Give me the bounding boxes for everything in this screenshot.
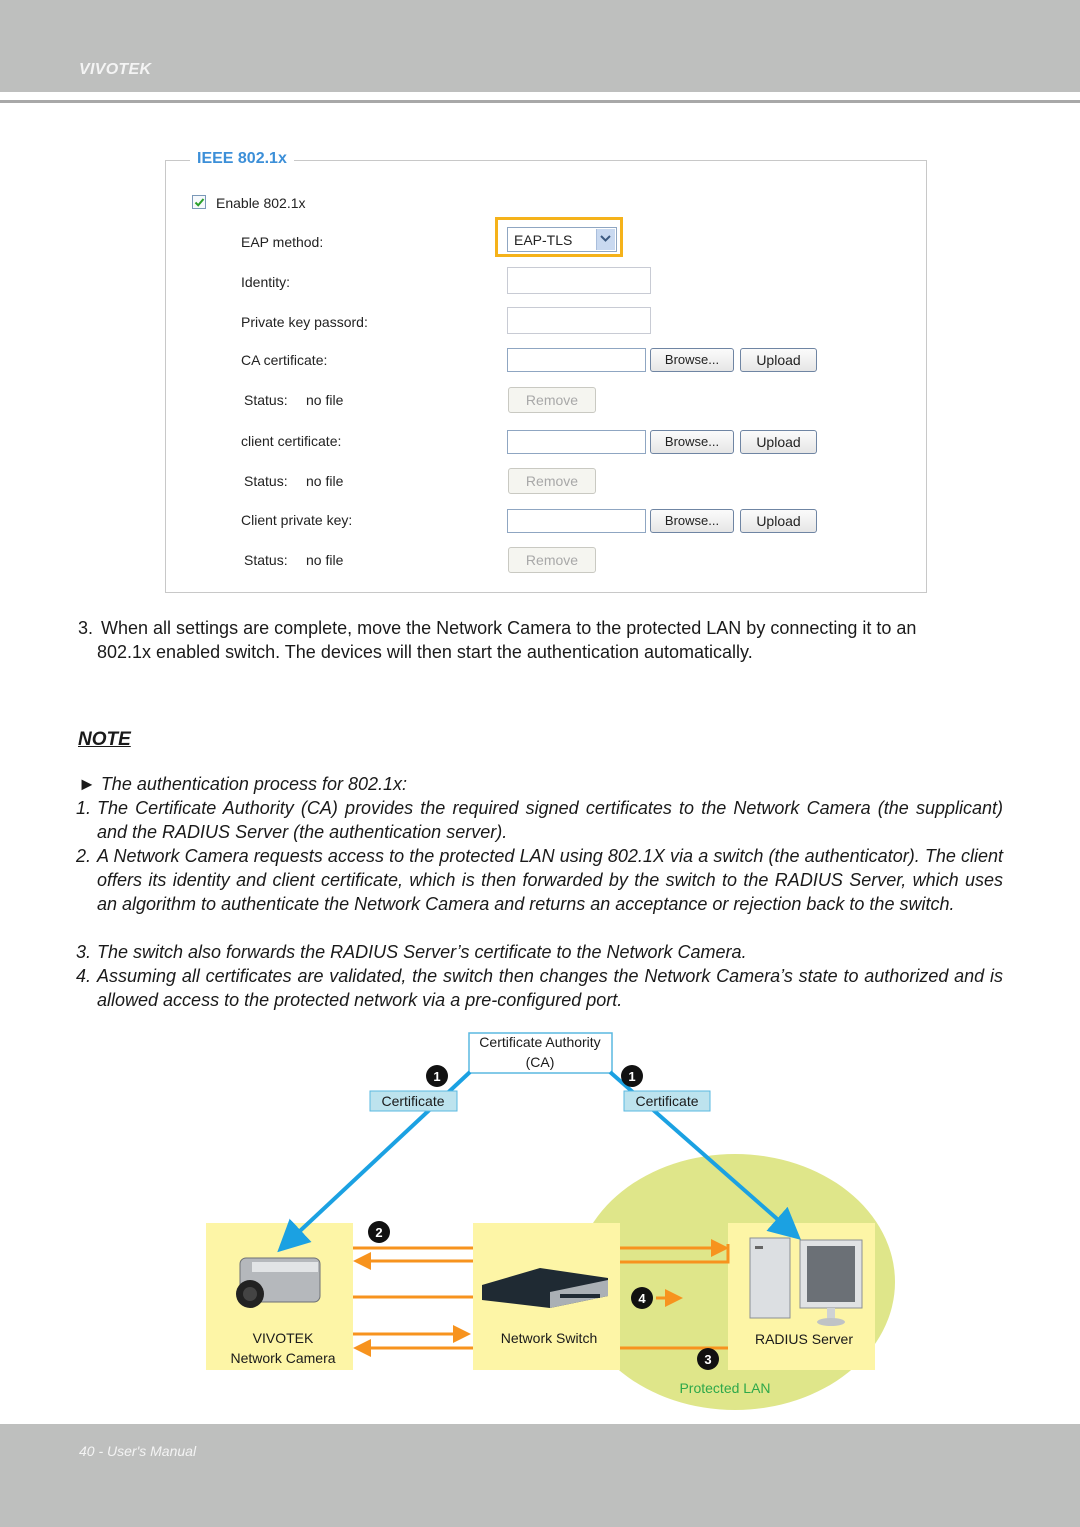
note-item-2-number: 2. [76, 846, 92, 866]
step-3-line-1: When all settings are complete, move the… [101, 618, 917, 638]
eap-method-label: EAP method: [241, 234, 324, 250]
brand-logo: VIVOTEK [79, 61, 152, 78]
ca-certificate-file-input[interactable] [507, 348, 646, 372]
page-number: 40 - User's Manual [79, 1443, 197, 1459]
header-divider [0, 100, 1080, 103]
eap-method-select[interactable]: EAP-TLS [507, 227, 617, 252]
step-badge-4: 4 [631, 1287, 653, 1309]
identity-label: Identity: [241, 274, 291, 290]
identity-input[interactable] [507, 267, 651, 294]
checkmark-icon [194, 198, 205, 207]
client-certificate-browse-button[interactable]: Browse... [650, 430, 734, 454]
svg-text:1: 1 [628, 1069, 635, 1084]
fieldset-legend: IEEE 802.1x [190, 150, 294, 168]
client-private-key-label: Client private key: [241, 512, 353, 528]
step-3-line-2: 802.1x enabled switch. The devices will … [97, 642, 753, 662]
private-key-password-label: Private key passord: [241, 314, 368, 330]
note-item-4-number: 4. [76, 966, 92, 986]
step-badge-2: 2 [368, 1221, 390, 1243]
note-heading: NOTE [78, 729, 131, 750]
client-certificate-upload-button[interactable]: Upload [740, 430, 817, 454]
svg-text:1: 1 [433, 1069, 440, 1084]
ca-status-value: no file [306, 392, 344, 408]
step-badge-3: 3 [697, 1348, 719, 1370]
cert-label-left: Certificate [381, 1093, 444, 1109]
enable-8021x-checkbox[interactable] [192, 195, 206, 209]
step-3-number: 3. [78, 618, 94, 638]
step-badge-1-right: 1 [621, 1065, 643, 1087]
svg-text:3: 3 [704, 1352, 711, 1367]
chevron-down-icon[interactable] [596, 229, 615, 250]
note-item-1-text: The Certificate Authority (CA) provides … [97, 798, 1003, 842]
ca-status-label: Status: [244, 392, 288, 408]
client-private-key-file-input[interactable] [507, 509, 646, 533]
note-intro: ► The authentication process for 802.1x: [78, 774, 408, 794]
client-private-key-upload-button[interactable]: Upload [740, 509, 817, 533]
camera-label-line-1: VIVOTEK [253, 1330, 314, 1346]
protected-lan-label: Protected LAN [679, 1380, 770, 1396]
cert-label-right: Certificate [635, 1093, 698, 1109]
camera-label-line-2: Network Camera [230, 1350, 335, 1366]
note-item-1-number: 1. [76, 798, 92, 818]
ca-certificate-remove-button[interactable]: Remove [508, 387, 596, 413]
note-item-3-number: 3. [76, 942, 92, 962]
ca-certificate-label: CA certificate: [241, 352, 328, 368]
step-badge-1-left: 1 [426, 1065, 448, 1087]
ca-certificate-browse-button[interactable]: Browse... [650, 348, 734, 372]
private-key-password-input[interactable] [507, 307, 651, 334]
ca-label-line-1: Certificate Authority [479, 1034, 600, 1050]
note-item-4-text: Assuming all certificates are validated,… [97, 966, 1003, 1010]
note-item-3-text: The switch also forwards the RADIUS Serv… [97, 942, 747, 962]
client-private-key-remove-button[interactable]: Remove [508, 547, 596, 573]
page-header [0, 0, 1080, 92]
svg-text:4: 4 [638, 1291, 646, 1306]
ca-label-line-2: (CA) [526, 1054, 555, 1070]
client-private-key-browse-button[interactable]: Browse... [650, 509, 734, 533]
client-certificate-remove-button[interactable]: Remove [508, 468, 596, 494]
eap-method-value: EAP-TLS [514, 232, 573, 248]
camera-icon [236, 1257, 321, 1308]
client-key-status-label: Status: [244, 552, 288, 568]
client-certificate-label: client certificate: [241, 433, 342, 449]
authentication-diagram: 1 1 2 3 4 Certificate Authority (CA) Cer… [206, 1032, 895, 1410]
switch-label: Network Switch [501, 1330, 597, 1346]
client-key-status-value: no file [306, 552, 344, 568]
note-item-2-text: A Network Camera requests access to the … [97, 846, 1003, 914]
ca-certificate-upload-button[interactable]: Upload [740, 348, 817, 372]
enable-8021x-label: Enable 802.1x [216, 195, 306, 211]
svg-text:2: 2 [375, 1225, 382, 1240]
server-label: RADIUS Server [755, 1331, 853, 1347]
client-cert-status-value: no file [306, 473, 344, 489]
page-footer [0, 1424, 1080, 1527]
client-cert-status-label: Status: [244, 473, 288, 489]
client-certificate-file-input[interactable] [507, 430, 646, 454]
